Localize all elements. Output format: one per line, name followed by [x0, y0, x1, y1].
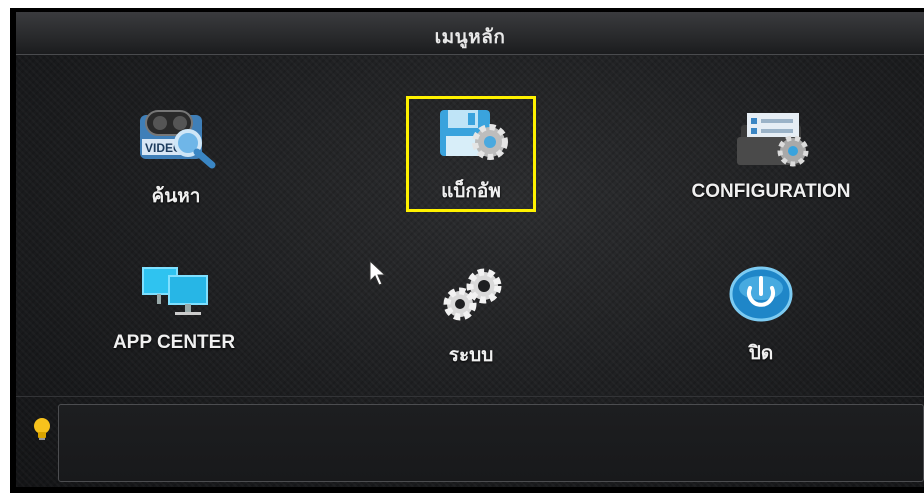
- power-icon: [729, 266, 793, 322]
- menu-label-system: ระบบ: [448, 345, 494, 366]
- menu-item-app-center[interactable]: APP CENTER: [84, 262, 264, 354]
- configuration-icon: [737, 113, 809, 167]
- gears-icon: [443, 268, 502, 321]
- menu-label-app-center: APP CENTER: [112, 332, 236, 353]
- selection-highlight: [406, 96, 536, 212]
- app-center-icon: [142, 267, 208, 315]
- menu-item-system[interactable]: ระบบ: [411, 264, 531, 370]
- menu-label-configuration: CONFIGURATION: [691, 181, 851, 202]
- menu-item-search[interactable]: VIDEO ค้นหา: [116, 107, 236, 211]
- main-menu-screen: เมนูหลัก VIDEO ค้นหา แบ็กอัพ CONFIGURATI…: [16, 12, 924, 487]
- menu-label-search: ค้นหา: [151, 186, 201, 207]
- mouse-pointer-icon: [369, 259, 387, 286]
- menu-item-shutdown[interactable]: ปิด: [701, 264, 821, 368]
- hint-box: [58, 404, 924, 482]
- lightbulb-icon: [34, 418, 50, 440]
- title-bar: เมนูหลัก: [16, 12, 924, 55]
- dvr-monitor-frame: เมนูหลัก VIDEO ค้นหา แบ็กอัพ CONFIGURATI…: [10, 8, 924, 493]
- menu-item-configuration[interactable]: CONFIGURATION: [656, 107, 886, 203]
- video-search-icon: VIDEO: [140, 110, 216, 169]
- divider: [16, 396, 924, 397]
- menu-label-shutdown: ปิด: [748, 343, 774, 364]
- page-title: เมนูหลัก: [434, 27, 506, 48]
